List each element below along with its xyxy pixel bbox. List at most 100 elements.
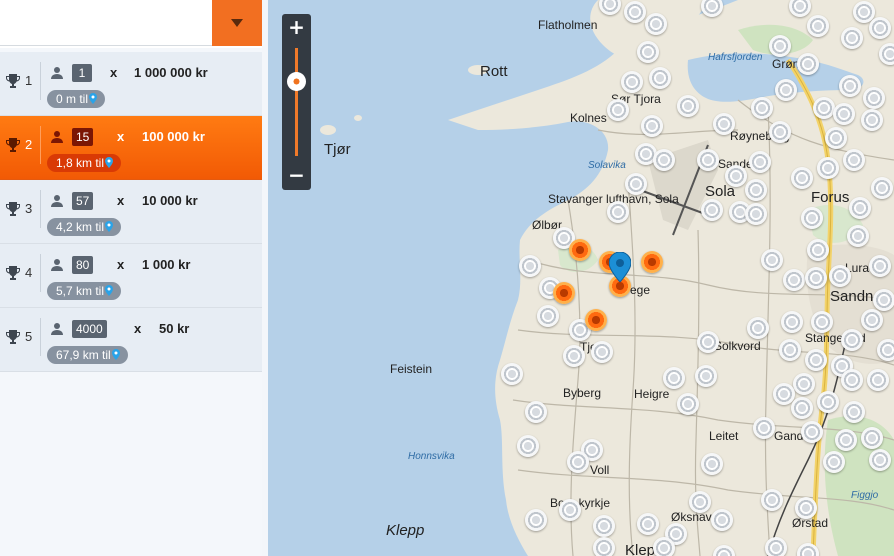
location-marker-icon[interactable] (795, 497, 817, 519)
search-input[interactable] (0, 0, 212, 46)
location-marker-icon[interactable] (801, 421, 823, 443)
distance-chip[interactable]: 67,9 km til (47, 346, 128, 364)
location-marker-icon[interactable] (747, 317, 769, 339)
location-marker-icon[interactable] (749, 151, 771, 173)
location-marker-icon[interactable] (677, 95, 699, 117)
location-marker-icon[interactable] (689, 491, 711, 513)
location-marker-icon[interactable] (593, 537, 615, 556)
location-marker-icon[interactable] (701, 199, 723, 221)
location-marker-icon[interactable] (849, 197, 871, 219)
location-marker-icon[interactable] (861, 427, 883, 449)
location-marker-icon[interactable] (695, 365, 717, 387)
location-marker-icon[interactable] (725, 165, 747, 187)
location-marker-icon[interactable] (711, 509, 733, 531)
location-marker-icon[interactable] (841, 27, 863, 49)
distance-chip[interactable]: 1,8 km til (47, 154, 122, 172)
location-marker-icon[interactable] (537, 305, 559, 327)
map-view[interactable]: Flatholmen Rott Tjør Hafrsfjorden Grønes… (268, 0, 894, 556)
location-marker-icon[interactable] (559, 499, 581, 521)
location-marker-icon[interactable] (823, 451, 845, 473)
location-marker-icon[interactable] (793, 373, 815, 395)
location-marker-icon[interactable] (783, 269, 805, 291)
location-marker-icon[interactable] (745, 203, 767, 225)
location-marker-icon[interactable] (593, 515, 615, 537)
prize-row[interactable]: 3 57 x 10 000 kr 4,2 km til (0, 180, 262, 244)
location-marker-icon[interactable] (843, 149, 865, 171)
location-marker-icon[interactable] (501, 363, 523, 385)
location-marker-icon[interactable] (833, 103, 855, 125)
prize-row[interactable]: 4 80 x 1 000 kr 5,7 km til (0, 244, 262, 308)
location-marker-icon[interactable] (607, 201, 629, 223)
zoom-slider-handle[interactable] (287, 72, 306, 91)
location-marker-icon[interactable] (563, 345, 585, 367)
location-marker-icon[interactable] (625, 173, 647, 195)
location-marker-icon[interactable] (817, 391, 839, 413)
location-marker-icon[interactable] (791, 397, 813, 419)
location-marker-icon[interactable] (869, 255, 891, 277)
location-marker-icon[interactable] (877, 339, 894, 361)
highlighted-location-marker-icon[interactable] (641, 251, 663, 273)
location-marker-icon[interactable] (829, 265, 851, 287)
location-marker-icon[interactable] (645, 13, 667, 35)
location-marker-icon[interactable] (871, 177, 893, 199)
prize-row[interactable]: 5 4000 x 50 kr 67,9 km til (0, 308, 262, 372)
distance-chip[interactable]: 5,7 km til (47, 282, 122, 300)
location-marker-icon[interactable] (775, 79, 797, 101)
location-marker-icon[interactable] (753, 417, 775, 439)
location-marker-icon[interactable] (621, 71, 643, 93)
location-marker-icon[interactable] (805, 267, 827, 289)
location-marker-icon[interactable] (519, 255, 541, 277)
highlighted-location-marker-icon[interactable] (569, 239, 591, 261)
location-marker-icon[interactable] (641, 115, 663, 137)
location-marker-icon[interactable] (567, 451, 589, 473)
location-marker-icon[interactable] (811, 311, 833, 333)
location-marker-icon[interactable] (525, 401, 547, 423)
location-marker-icon[interactable] (607, 99, 629, 121)
location-marker-icon[interactable] (835, 429, 857, 451)
location-marker-icon[interactable] (591, 341, 613, 363)
location-marker-icon[interactable] (779, 339, 801, 361)
location-marker-icon[interactable] (843, 401, 865, 423)
location-marker-icon[interactable] (805, 349, 827, 371)
location-marker-icon[interactable] (841, 329, 863, 351)
location-marker-icon[interactable] (751, 97, 773, 119)
location-marker-icon[interactable] (713, 113, 735, 135)
location-marker-icon[interactable] (624, 1, 646, 23)
dropdown-button[interactable] (212, 0, 262, 46)
zoom-in-button[interactable]: + (282, 14, 311, 40)
location-marker-icon[interactable] (761, 249, 783, 271)
distance-chip[interactable]: 0 m til (47, 90, 106, 108)
location-marker-icon[interactable] (807, 239, 829, 261)
location-marker-icon[interactable] (861, 309, 883, 331)
location-marker-icon[interactable] (825, 127, 847, 149)
location-marker-icon[interactable] (637, 41, 659, 63)
location-marker-icon[interactable] (817, 157, 839, 179)
location-marker-icon[interactable] (839, 75, 861, 97)
prize-row[interactable]: 1 1 x 1 000 000 kr 0 m til (0, 52, 262, 116)
location-marker-icon[interactable] (879, 43, 894, 65)
location-marker-icon[interactable] (863, 87, 885, 109)
location-marker-icon[interactable] (873, 289, 894, 311)
location-marker-icon[interactable] (677, 393, 699, 415)
highlighted-location-marker-icon[interactable] (553, 282, 575, 304)
location-marker-icon[interactable] (847, 225, 869, 247)
selected-location-pin-icon[interactable] (609, 252, 631, 282)
zoom-slider-track[interactable] (295, 48, 298, 156)
location-marker-icon[interactable] (861, 109, 883, 131)
location-marker-icon[interactable] (701, 453, 723, 475)
location-marker-icon[interactable] (765, 537, 787, 556)
location-marker-icon[interactable] (801, 207, 823, 229)
location-marker-icon[interactable] (663, 367, 685, 389)
location-marker-icon[interactable] (781, 311, 803, 333)
location-marker-icon[interactable] (797, 53, 819, 75)
location-marker-icon[interactable] (745, 179, 767, 201)
location-marker-icon[interactable] (697, 331, 719, 353)
location-marker-icon[interactable] (769, 121, 791, 143)
location-marker-icon[interactable] (653, 537, 675, 556)
zoom-out-button[interactable]: − (282, 162, 311, 188)
location-marker-icon[interactable] (791, 167, 813, 189)
location-marker-icon[interactable] (653, 149, 675, 171)
highlighted-location-marker-icon[interactable] (585, 309, 607, 331)
location-marker-icon[interactable] (869, 17, 891, 39)
location-marker-icon[interactable] (813, 97, 835, 119)
